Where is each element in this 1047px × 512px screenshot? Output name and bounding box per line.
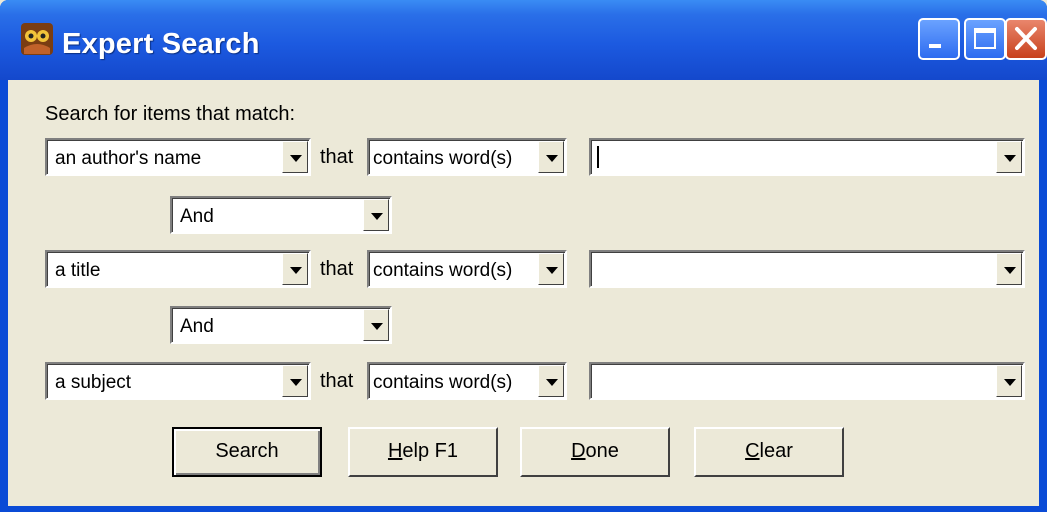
chevron-down-icon[interactable]	[996, 253, 1022, 285]
operator-select-2[interactable]: contains word(s)	[367, 250, 567, 288]
chevron-down-icon[interactable]	[282, 253, 308, 285]
help-button[interactable]: Help F1	[348, 427, 498, 477]
chevron-down-icon[interactable]	[538, 253, 564, 285]
window-border-right	[1039, 80, 1047, 512]
field-select-1-value: an author's name	[55, 148, 202, 169]
maximize-button[interactable]	[964, 18, 1006, 60]
search-prompt: Search for items that match:	[45, 103, 296, 125]
owl-icon	[21, 23, 53, 55]
operator-select-1-value: contains word(s)	[373, 148, 513, 169]
chevron-down-icon[interactable]	[996, 365, 1022, 397]
operator-select-1[interactable]: contains word(s)	[367, 138, 567, 176]
help-hotkey: H	[387, 440, 403, 462]
field-select-3[interactable]: a subject	[45, 362, 311, 400]
window-border-bottom	[0, 506, 1047, 512]
done-label-rest: one	[585, 440, 619, 462]
operator-select-3[interactable]: contains word(s)	[367, 362, 567, 400]
close-button[interactable]	[1005, 18, 1047, 60]
done-button[interactable]: Done	[520, 427, 670, 477]
operator-select-2-value: contains word(s)	[373, 260, 513, 281]
chevron-down-icon[interactable]	[363, 199, 389, 231]
field-select-2[interactable]: a title	[45, 250, 311, 288]
minimize-button[interactable]	[918, 18, 960, 60]
connector-select-1-value: And	[180, 206, 214, 227]
that-label: that	[320, 146, 354, 168]
minimize-icon	[929, 44, 941, 48]
title-bar[interactable]: Expert Search	[0, 0, 1047, 80]
search-term-input-1[interactable]	[589, 138, 1025, 176]
chevron-down-icon[interactable]	[996, 141, 1022, 173]
help-label-rest: elp F1	[402, 440, 459, 462]
that-label: that	[320, 258, 354, 280]
close-icon	[1015, 27, 1037, 50]
chevron-down-icon[interactable]	[538, 365, 564, 397]
search-button[interactable]: Search	[172, 427, 322, 477]
clear-label-rest: lear	[759, 440, 793, 462]
field-select-3-value: a subject	[55, 372, 132, 393]
operator-select-3-value: contains word(s)	[373, 372, 513, 393]
chevron-down-icon[interactable]	[538, 141, 564, 173]
clear-button[interactable]: Clear	[694, 427, 844, 477]
clear-hotkey: C	[745, 440, 760, 462]
field-select-2-value: a title	[55, 260, 101, 281]
connector-select-2[interactable]: And	[170, 306, 392, 344]
field-select-1[interactable]: an author's name	[45, 138, 311, 176]
window-border-left	[0, 80, 8, 512]
dialog-body: Search for items that match: an author's…	[8, 80, 1039, 512]
chevron-down-icon[interactable]	[282, 141, 308, 173]
search-term-input-2[interactable]	[589, 250, 1025, 288]
connector-select-2-value: And	[180, 316, 214, 337]
that-label: that	[320, 370, 354, 392]
maximize-icon	[974, 28, 996, 49]
window-title: Expert Search	[62, 28, 260, 60]
search-term-input-3[interactable]	[589, 362, 1025, 400]
connector-select-1[interactable]: And	[170, 196, 392, 234]
text-caret	[597, 146, 599, 168]
expert-search-window: Expert Search Search for items that matc…	[0, 0, 1047, 512]
chevron-down-icon[interactable]	[282, 365, 308, 397]
chevron-down-icon[interactable]	[363, 309, 389, 341]
done-hotkey: D	[571, 440, 586, 462]
